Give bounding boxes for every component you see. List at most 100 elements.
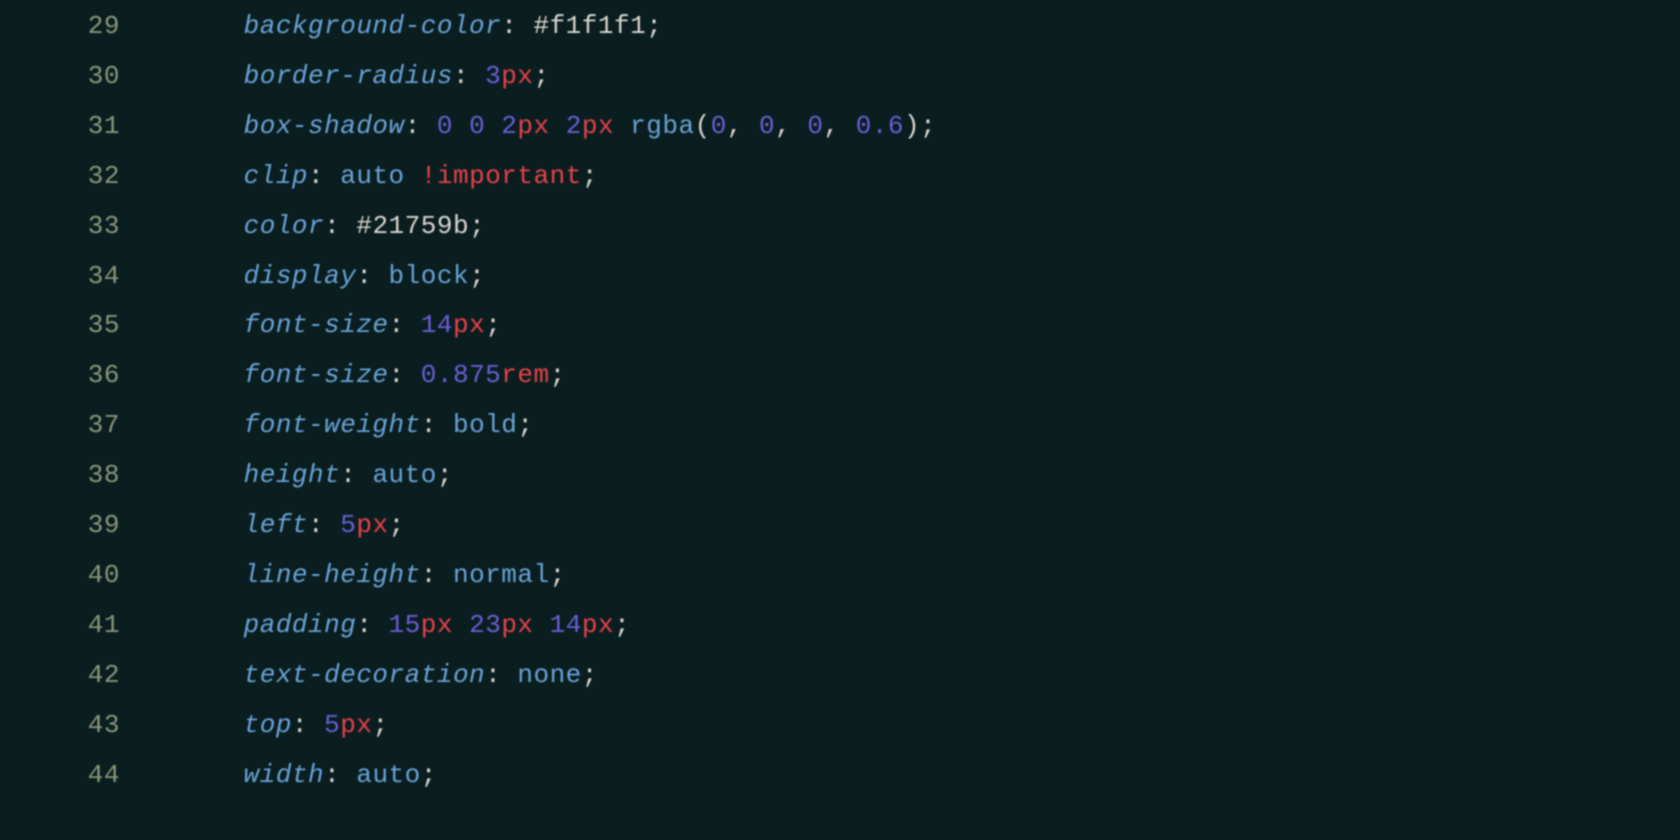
css-token-num: 23 bbox=[469, 610, 501, 640]
code-line[interactable]: line-height: normal; bbox=[150, 551, 1680, 601]
code-line[interactable]: border-radius: 3px; bbox=[150, 52, 1680, 102]
code-line[interactable]: text-decoration: none; bbox=[150, 651, 1680, 701]
css-token-unit: px bbox=[501, 61, 533, 91]
code-line[interactable]: color: #21759b; bbox=[150, 202, 1680, 252]
css-property: top bbox=[244, 710, 292, 740]
semicolon: ; bbox=[389, 510, 405, 540]
code-line[interactable]: top: 5px; bbox=[150, 701, 1680, 751]
code-line[interactable]: font-weight: bold; bbox=[150, 401, 1680, 451]
css-token-val: auto bbox=[340, 161, 404, 191]
css-token-num: 2 bbox=[501, 111, 517, 141]
css-token-sep: , bbox=[727, 111, 759, 141]
line-number: 34 bbox=[0, 252, 120, 302]
css-token-num: 5 bbox=[340, 510, 356, 540]
colon: : bbox=[340, 460, 356, 490]
code-line[interactable]: display: block; bbox=[150, 252, 1680, 302]
css-token-num: 15 bbox=[389, 610, 421, 640]
css-token-func: rgba bbox=[630, 111, 694, 141]
colon: : bbox=[324, 760, 340, 790]
colon: : bbox=[308, 161, 324, 191]
code-line[interactable]: padding: 15px 23px 14px; bbox=[150, 601, 1680, 651]
semicolon: ; bbox=[469, 211, 485, 241]
css-token-hex: #f1f1f1 bbox=[533, 11, 646, 41]
line-number: 39 bbox=[0, 501, 120, 551]
css-token-unit: rem bbox=[501, 360, 549, 390]
css-token-unit: px bbox=[517, 111, 549, 141]
semicolon: ; bbox=[614, 610, 630, 640]
line-number: 38 bbox=[0, 451, 120, 501]
colon: : bbox=[405, 111, 421, 141]
css-token-num: 0.875 bbox=[421, 360, 502, 390]
colon: : bbox=[421, 410, 437, 440]
css-token-val: auto bbox=[356, 760, 420, 790]
colon: : bbox=[421, 560, 437, 590]
colon: : bbox=[485, 660, 501, 690]
line-number: 43 bbox=[0, 701, 120, 751]
css-token-paren: ) bbox=[904, 111, 920, 141]
code-line[interactable]: font-size: 0.875rem; bbox=[150, 351, 1680, 401]
css-token-val: none bbox=[517, 660, 581, 690]
line-number: 42 bbox=[0, 651, 120, 701]
css-token-hex: #21759b bbox=[356, 211, 469, 241]
css-token-val: auto bbox=[372, 460, 436, 490]
semicolon: ; bbox=[646, 11, 662, 41]
semicolon: ; bbox=[550, 560, 566, 590]
line-number: 31 bbox=[0, 102, 120, 152]
code-area[interactable]: background-color: #f1f1f1;border-radius:… bbox=[150, 2, 1680, 801]
code-editor[interactable]: 29303132333435363738394041424344 backgro… bbox=[0, 0, 1680, 801]
line-number: 44 bbox=[0, 751, 120, 801]
semicolon: ; bbox=[920, 111, 936, 141]
css-token-sep: , bbox=[823, 111, 855, 141]
css-token-num: 0 bbox=[807, 111, 823, 141]
css-token-num: 0 bbox=[469, 111, 485, 141]
css-token-num: 5 bbox=[324, 710, 340, 740]
colon: : bbox=[308, 510, 324, 540]
css-property: box-shadow bbox=[244, 111, 405, 141]
css-property: color bbox=[244, 211, 325, 241]
code-line[interactable]: width: auto; bbox=[150, 751, 1680, 801]
css-token-unit: px bbox=[421, 610, 453, 640]
css-property: padding bbox=[244, 610, 357, 640]
css-token-unit: px bbox=[356, 510, 388, 540]
css-token-num: 2 bbox=[566, 111, 582, 141]
colon: : bbox=[356, 610, 372, 640]
css-token-sep: , bbox=[775, 111, 807, 141]
semicolon: ; bbox=[582, 660, 598, 690]
line-number: 29 bbox=[0, 2, 120, 52]
css-token-num: 14 bbox=[550, 610, 582, 640]
line-number: 30 bbox=[0, 52, 120, 102]
css-property: font-weight bbox=[244, 410, 421, 440]
css-property: width bbox=[244, 760, 325, 790]
css-property: left bbox=[244, 510, 308, 540]
css-token-val: bold bbox=[453, 410, 517, 440]
css-property: clip bbox=[244, 161, 308, 191]
code-line[interactable]: height: auto; bbox=[150, 451, 1680, 501]
semicolon: ; bbox=[372, 710, 388, 740]
css-token-paren: ( bbox=[695, 111, 711, 141]
css-property: height bbox=[244, 460, 341, 490]
line-number: 41 bbox=[0, 601, 120, 651]
css-token-unit: px bbox=[582, 111, 614, 141]
css-property: display bbox=[244, 261, 357, 291]
css-token-num: 0 bbox=[437, 111, 453, 141]
css-token-val: block bbox=[389, 261, 470, 291]
colon: : bbox=[453, 61, 469, 91]
line-number: 32 bbox=[0, 152, 120, 202]
code-line[interactable]: box-shadow: 0 0 2px 2px rgba(0, 0, 0, 0.… bbox=[150, 102, 1680, 152]
line-number: 33 bbox=[0, 202, 120, 252]
code-line[interactable]: left: 5px; bbox=[150, 501, 1680, 551]
line-number: 35 bbox=[0, 301, 120, 351]
css-property: border-radius bbox=[244, 61, 453, 91]
css-token-imp: !important bbox=[421, 161, 582, 191]
code-line[interactable]: background-color: #f1f1f1; bbox=[150, 2, 1680, 52]
css-property: text-decoration bbox=[244, 660, 486, 690]
css-property: background-color bbox=[244, 11, 502, 41]
css-token-unit: px bbox=[453, 310, 485, 340]
css-property: font-size bbox=[244, 310, 389, 340]
semicolon: ; bbox=[437, 460, 453, 490]
css-token-num: 0 bbox=[759, 111, 775, 141]
css-token-unit: px bbox=[501, 610, 533, 640]
css-token-num: 3 bbox=[485, 61, 501, 91]
code-line[interactable]: clip: auto !important; bbox=[150, 152, 1680, 202]
code-line[interactable]: font-size: 14px; bbox=[150, 301, 1680, 351]
